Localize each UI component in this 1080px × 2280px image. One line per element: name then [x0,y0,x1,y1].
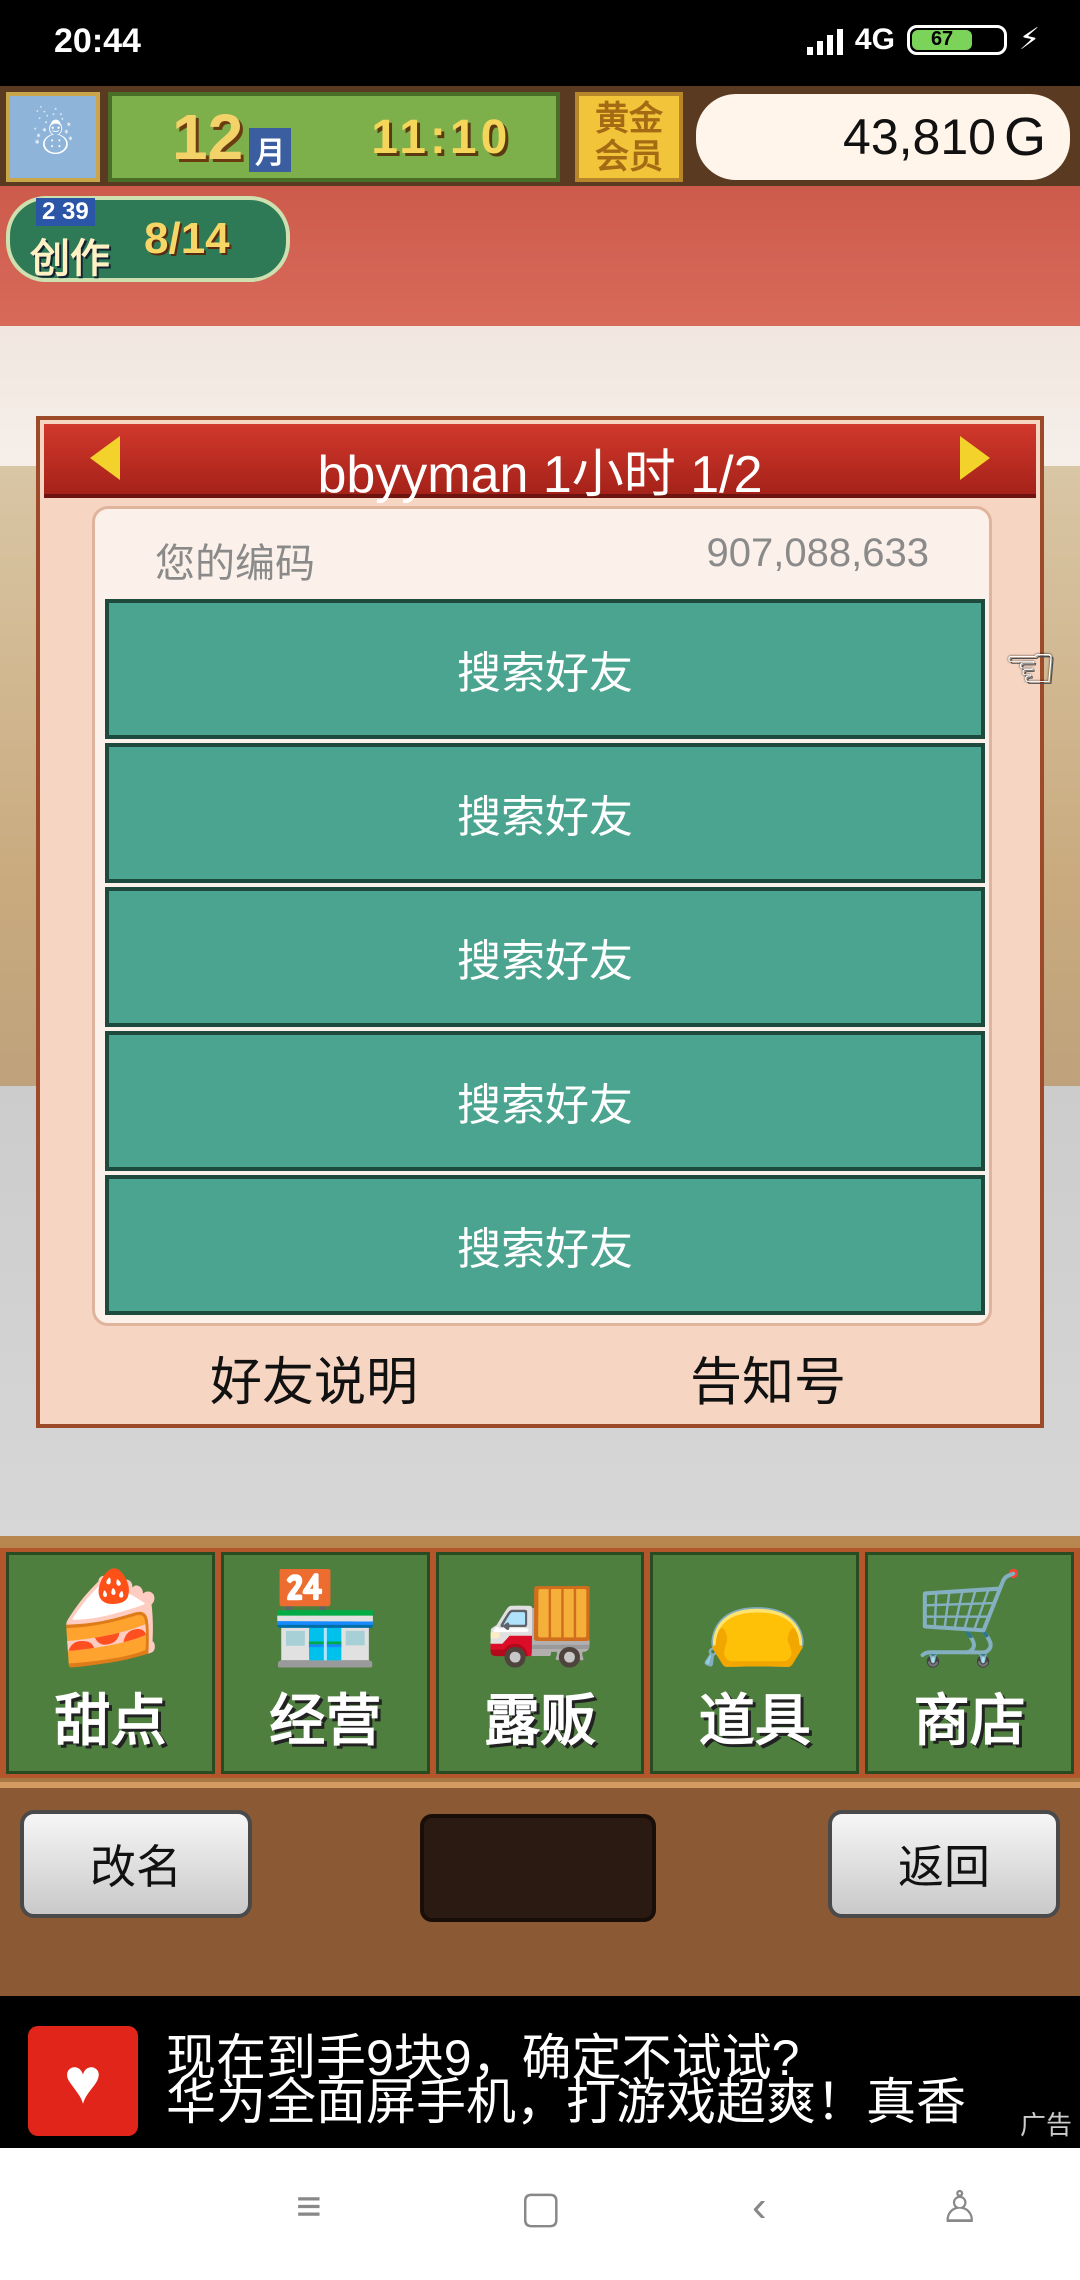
friend-explanation-button[interactable]: 好友说明 [210,1340,418,1415]
main-menu: 🍰 甜点 🏪 经营 🚚 露贩 👝 道具 🛒 商店 [0,1548,1080,1778]
network-type: 4G [854,22,895,56]
food-truck-icon: 🚚 [483,1569,597,1669]
search-friend-button[interactable]: 搜索好友 [105,599,985,739]
ad-banner[interactable]: ♥ 现在到手9块9，确定不试试? 华为全面屏手机，打游戏超爽！真香 广告 [0,1996,1080,2148]
menu-item-label: 道具 [698,1689,811,1752]
snowman-avatar-icon[interactable]: ☃ [6,92,100,182]
gold-member-badge[interactable]: 黄金会员 [575,92,683,182]
your-code-label: 您的编码 [155,542,315,586]
month-number: 12 [172,101,244,173]
money-amount: 43,810 [843,109,996,165]
friend-list-panel: 您的编码 907,088,633 搜索好友 搜索好友 搜索好友 搜索好友 搜索好… [92,506,1057,1326]
status-icons: 4G 67 ⚡ [806,22,1040,57]
menu-item-label: 经营 [269,1689,382,1752]
next-arrow-icon[interactable] [960,436,990,480]
back-button[interactable]: 返回 [828,1810,1060,1918]
game-top-bar: ☃ 12 月 11:10 黄金会员 43,810 G [0,86,1080,186]
system-nav-bar: ≡ ▢ ‹ ♙ [0,2148,1080,2280]
signal-icon [806,25,843,55]
pointing-hand-icon: ☜ [1003,634,1057,701]
money-display: 43,810 G [696,94,1070,180]
battery-level: 67 [911,28,973,50]
ad-text-line2: 华为全面屏手机，打游戏超爽！真香 [166,2074,966,2130]
home-nav-icon[interactable]: ▢ [520,2182,562,2233]
bottom-panel: 改名 返回 [0,1782,1080,2002]
menu-item-label: 商店 [913,1689,1026,1752]
dialog-title: bbyyman 1小时 1/2 [317,446,763,504]
menu-item-label: 甜点 [54,1689,167,1752]
shopping-cart-icon: 🛒 [913,1569,1026,1669]
accessibility-icon[interactable]: ♙ [940,2182,979,2233]
menu-item-stall[interactable]: 🚚 露贩 [435,1552,645,1774]
battery-icon: 67 [906,24,1007,55]
menu-item-label: 露贩 [483,1689,596,1752]
create-count: 8/14 [144,214,230,263]
charging-icon: ⚡ [1018,23,1040,56]
center-slot [420,1814,656,1922]
search-friend-button[interactable]: 搜索好友 [105,1031,985,1171]
status-bar: 20:44 4G 67 ⚡ [0,0,1080,86]
status-time: 20:44 [54,22,141,60]
your-code-value: 907,088,633 [706,531,929,575]
shop-icon: 🏪 [269,1569,382,1669]
search-friend-button[interactable]: 搜索好友 [105,1175,985,1315]
menu-nav-icon[interactable]: ≡ [296,2182,322,2232]
create-progress-badge[interactable]: 2 39 创作 8/14 [6,196,290,282]
dialog-header: bbyyman 1小时 1/2 [44,424,1036,504]
menu-item-store[interactable]: 🛒 商店 [865,1552,1074,1774]
game-area: ☃ 12 月 11:10 黄金会员 43,810 G 2 39 创作 8/14 … [0,86,1080,2002]
back-nav-icon[interactable]: ‹ [752,2182,767,2232]
search-friend-button[interactable]: 搜索好友 [105,887,985,1027]
ad-tag: 广告 [1019,2110,1072,2140]
money-unit: G [1003,107,1046,167]
rename-button[interactable]: 改名 [20,1810,252,1918]
month-label: 月 [249,128,292,172]
friend-dialog: bbyyman 1小时 1/2 您的编码 907,088,633 搜索好友 搜索… [36,416,1057,1428]
item-bag-icon: 👝 [698,1569,811,1669]
menu-item-manage[interactable]: 🏪 经营 [220,1552,430,1774]
menu-item-items[interactable]: 👝 道具 [650,1552,860,1774]
pinduoduo-logo-icon: ♥ [28,2026,138,2136]
game-time: 11:10 [371,110,512,164]
cake-icon: 🍰 [54,1569,167,1669]
menu-item-dessert[interactable]: 🍰 甜点 [6,1552,215,1774]
search-friend-button[interactable]: 搜索好友 [105,743,985,883]
create-label: 创作 [30,237,110,281]
date-display: 12 月 11:10 [108,92,560,182]
create-small-label: 2 39 [36,198,95,226]
share-code-button[interactable]: 告知号 [690,1340,846,1415]
